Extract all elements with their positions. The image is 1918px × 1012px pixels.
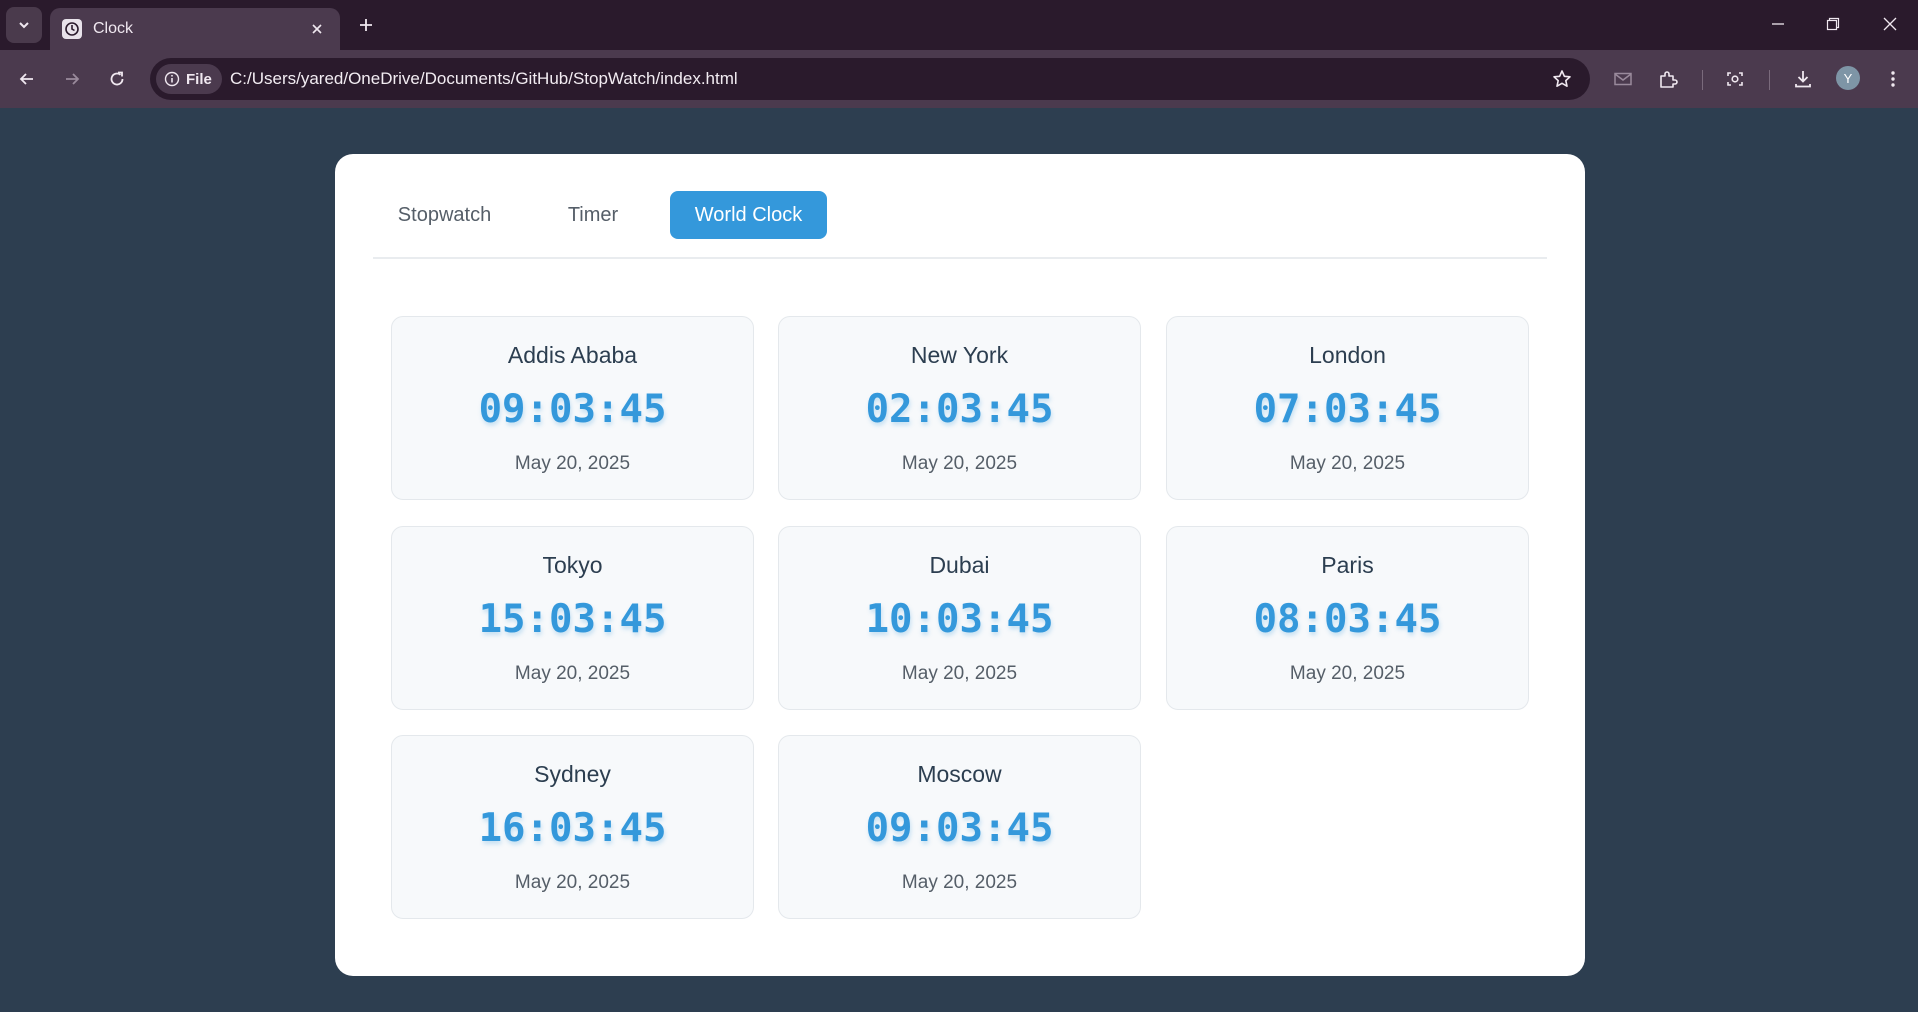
download-icon[interactable] bbox=[1788, 64, 1818, 94]
city-name: Moscow bbox=[917, 761, 1002, 787]
clock-time: 15:03:45 bbox=[478, 597, 667, 642]
minimize-button[interactable] bbox=[1760, 8, 1796, 40]
clock-date: May 20, 2025 bbox=[514, 872, 631, 893]
clock-time: 08:03:45 bbox=[1253, 597, 1442, 642]
clock-card-sydney: Sydney 16:03:45 May 20, 2025 bbox=[391, 735, 754, 919]
toolbar-divider bbox=[1702, 70, 1703, 90]
mode-tabs: Stopwatch Timer World Clock bbox=[373, 191, 1547, 259]
forward-button[interactable] bbox=[55, 62, 89, 96]
clock-date: May 20, 2025 bbox=[1289, 453, 1406, 474]
city-name: London bbox=[1309, 342, 1386, 368]
city-name: Addis Ababa bbox=[507, 342, 638, 368]
toolbar-divider bbox=[1769, 70, 1770, 90]
tab-title: Clock bbox=[93, 20, 134, 37]
city-name: Sydney bbox=[534, 761, 611, 787]
browser-tab-clock[interactable]: Clock bbox=[50, 8, 340, 50]
tab-world-clock[interactable]: World Clock bbox=[670, 191, 827, 239]
city-name: Tokyo bbox=[542, 552, 603, 578]
clock-card-paris: Paris 08:03:45 May 20, 2025 bbox=[1166, 526, 1529, 710]
bookmark-star-icon[interactable] bbox=[1550, 67, 1574, 91]
url-text[interactable]: C:/Users/yared/OneDrive/Documents/GitHub… bbox=[230, 69, 738, 89]
tab-stopwatch[interactable]: Stopwatch bbox=[373, 191, 516, 239]
site-info-chip[interactable]: File bbox=[156, 64, 222, 94]
browser-toolbar: File C:/Users/yared/OneDrive/Documents/G… bbox=[0, 50, 1918, 108]
new-tab-button[interactable] bbox=[352, 11, 380, 39]
reload-icon bbox=[110, 71, 124, 86]
clock-date: May 20, 2025 bbox=[514, 663, 631, 684]
menu-kebab-icon[interactable] bbox=[1878, 64, 1908, 94]
browser-tab-bar: Clock bbox=[0, 0, 1918, 50]
clock-time: 09:03:45 bbox=[865, 806, 1054, 851]
clock-time: 09:03:45 bbox=[478, 387, 667, 432]
clock-time: 10:03:45 bbox=[865, 597, 1054, 642]
arrow-left-icon bbox=[19, 73, 33, 85]
clock-time: 02:03:45 bbox=[865, 387, 1054, 432]
clock-card-moscow: Moscow 09:03:45 May 20, 2025 bbox=[778, 735, 1141, 919]
file-label: File bbox=[186, 70, 212, 88]
chevron-down-icon bbox=[19, 22, 29, 29]
mail-icon[interactable] bbox=[1608, 64, 1638, 94]
arrow-right-icon bbox=[66, 73, 80, 85]
clock-card-tokyo: Tokyo 15:03:45 May 20, 2025 bbox=[391, 526, 754, 710]
clock-time: 07:03:45 bbox=[1253, 387, 1442, 432]
city-name: New York bbox=[910, 342, 1009, 368]
clock-date: May 20, 2025 bbox=[901, 663, 1018, 684]
close-window-button[interactable] bbox=[1872, 8, 1908, 40]
back-button[interactable] bbox=[10, 62, 44, 96]
close-icon bbox=[1883, 17, 1897, 31]
clock-favicon-icon bbox=[62, 19, 82, 39]
profile-avatar[interactable]: Y bbox=[1836, 66, 1860, 90]
clock-date: May 20, 2025 bbox=[514, 453, 631, 474]
clock-time: 16:03:45 bbox=[478, 806, 667, 851]
clock-card-london: London 07:03:45 May 20, 2025 bbox=[1166, 316, 1529, 500]
extensions-puzzle-icon[interactable] bbox=[1653, 64, 1683, 94]
city-name: Paris bbox=[1321, 552, 1374, 578]
clock-app-card: Stopwatch Timer World Clock Addis Ababa … bbox=[335, 154, 1585, 976]
clock-date: May 20, 2025 bbox=[901, 872, 1018, 893]
info-icon bbox=[164, 71, 180, 87]
reload-button[interactable] bbox=[100, 62, 134, 96]
clock-card-dubai: Dubai 10:03:45 May 20, 2025 bbox=[778, 526, 1141, 710]
plus-icon bbox=[360, 19, 372, 31]
clock-date: May 20, 2025 bbox=[1289, 663, 1406, 684]
clock-card-addis-ababa: Addis Ababa 09:03:45 May 20, 2025 bbox=[391, 316, 754, 500]
restore-button[interactable] bbox=[1815, 8, 1851, 40]
tab-timer[interactable]: Timer bbox=[536, 191, 650, 239]
restore-icon bbox=[1826, 17, 1840, 31]
tab-close-icon[interactable] bbox=[306, 18, 328, 40]
clock-card-new-york: New York 02:03:45 May 20, 2025 bbox=[778, 316, 1141, 500]
tab-search-button[interactable] bbox=[6, 7, 42, 43]
screenshot-lens-icon[interactable] bbox=[1720, 64, 1750, 94]
minimize-icon bbox=[1772, 23, 1784, 25]
city-name: Dubai bbox=[929, 552, 990, 578]
clock-date: May 20, 2025 bbox=[901, 453, 1018, 474]
address-bar[interactable]: File C:/Users/yared/OneDrive/Documents/G… bbox=[150, 58, 1590, 100]
